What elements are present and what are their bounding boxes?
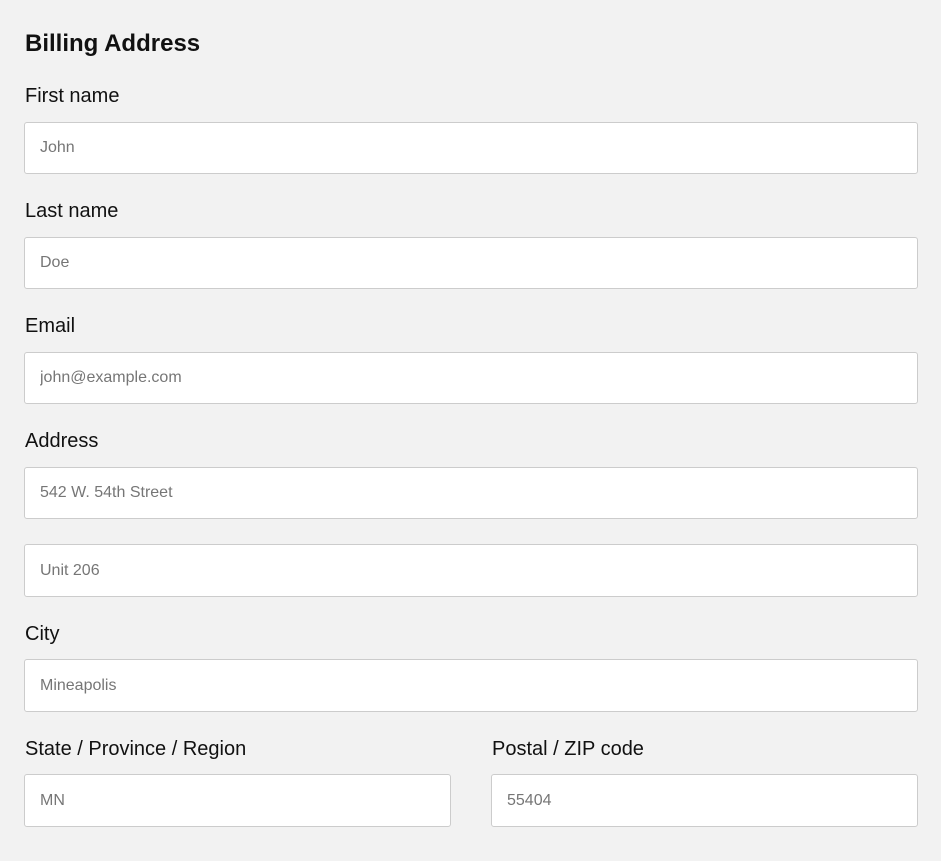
postal-code-field[interactable] <box>491 774 918 827</box>
address-label: Address <box>25 430 99 452</box>
email-label: Email <box>25 315 76 337</box>
city-field[interactable] <box>24 659 918 712</box>
address-line2-field[interactable] <box>24 544 918 597</box>
billing-address-form: Billing Address First name Last name Ema… <box>0 0 941 861</box>
last-name-field[interactable] <box>24 237 918 289</box>
first-name-label: First name <box>25 85 120 107</box>
first-name-field[interactable] <box>24 122 918 174</box>
city-label: City <box>25 623 60 645</box>
postal-code-label: Postal / ZIP code <box>492 738 644 760</box>
state-field[interactable] <box>24 774 451 827</box>
email-field[interactable] <box>24 352 918 404</box>
address-line1-field[interactable] <box>24 467 918 519</box>
last-name-label: Last name <box>25 200 119 222</box>
page-title: Billing Address <box>25 30 201 57</box>
state-label: State / Province / Region <box>25 738 247 760</box>
